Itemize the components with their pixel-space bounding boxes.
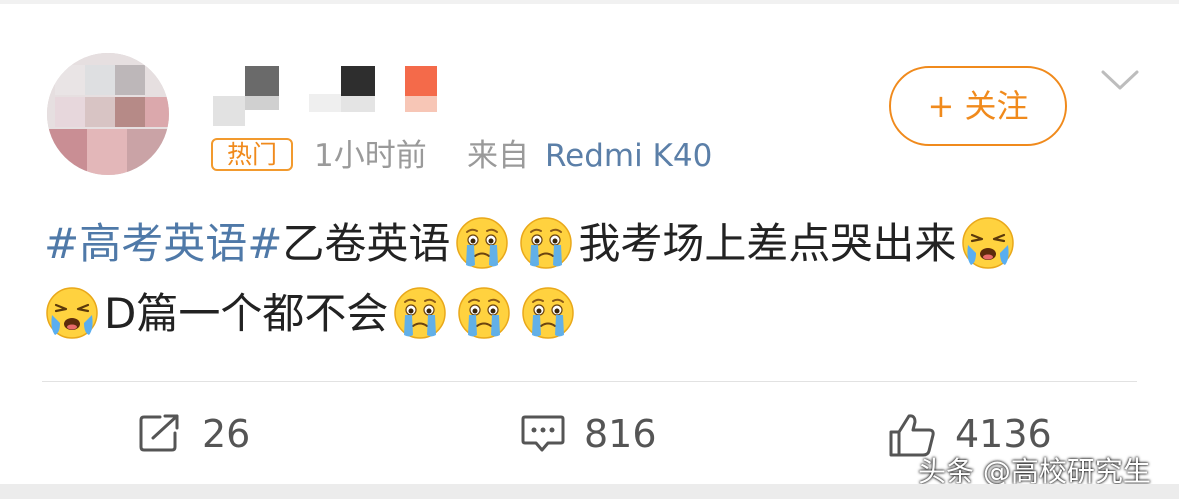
avatar[interactable] — [47, 53, 169, 175]
post-time: 1小时前 — [314, 138, 427, 174]
bottom-strip — [0, 484, 1179, 499]
repost-count: 26 — [202, 412, 251, 456]
source-prefix: 来自 — [467, 138, 529, 174]
chevron-down-icon[interactable] — [1100, 64, 1140, 96]
username[interactable] — [213, 64, 443, 126]
topic-link[interactable]: #高考英语# — [44, 219, 282, 268]
crying-face-emoji-icon — [518, 215, 574, 271]
crying-face-emoji-icon — [454, 215, 510, 271]
crying-face-emoji-icon — [520, 285, 576, 341]
comment-count: 816 — [584, 412, 657, 456]
crying-face-emoji-icon — [456, 285, 512, 341]
comment-button[interactable]: 816 — [520, 409, 670, 459]
post-text-segment: 我考场上差点哭出来 — [578, 219, 957, 268]
post-text-line-1: #高考英语#乙卷英语 我考场上差点哭出来 — [44, 214, 1020, 275]
post-text-line-2: D篇一个都不会 — [44, 284, 580, 345]
share-icon — [139, 414, 179, 452]
loudly-crying-face-emoji-icon — [960, 215, 1016, 271]
source-device[interactable]: Redmi K40 — [545, 136, 712, 176]
loudly-crying-face-emoji-icon — [44, 285, 100, 341]
post-text-segment: 乙卷英语 — [282, 219, 451, 268]
divider — [42, 381, 1137, 382]
comment-icon — [521, 415, 565, 452]
crying-face-emoji-icon — [392, 285, 448, 341]
hot-badge: 热门 — [211, 138, 293, 171]
follow-button[interactable]: + 关注 — [889, 66, 1067, 146]
repost-button[interactable]: 26 — [138, 409, 268, 459]
weibo-post-card: 热门 1小时前 来自 Redmi K40 + 关注 #高考英语#乙卷英语 我考场上… — [0, 4, 1179, 488]
thumbs-up-icon — [889, 414, 935, 457]
post-text-segment: D篇一个都不会 — [104, 289, 389, 338]
